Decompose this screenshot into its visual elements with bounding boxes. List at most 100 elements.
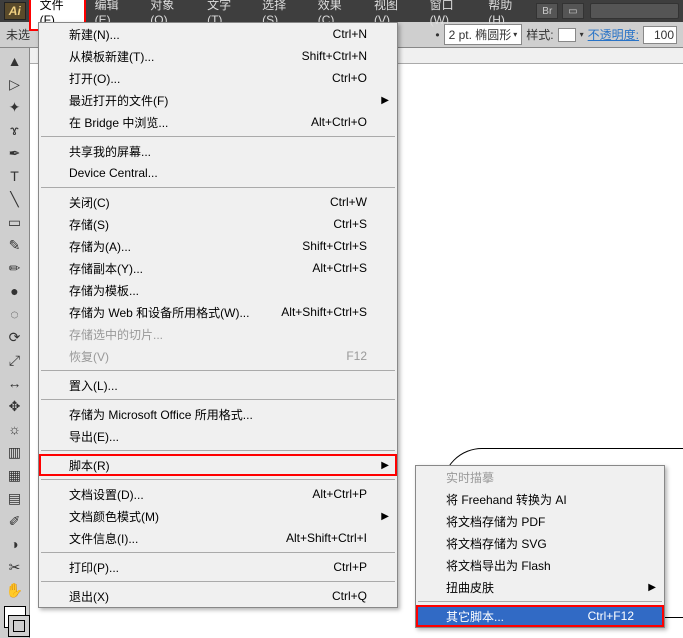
menu-item[interactable]: 从模板新建(T)...Shift+Ctrl+N <box>39 45 397 67</box>
submenu-arrow-icon: ▶ <box>648 582 656 593</box>
menu-item-label: 存储(S) <box>69 216 333 233</box>
stroke-swatch[interactable] <box>8 615 30 637</box>
menu-item[interactable]: 将文档存储为 PDF <box>416 510 664 532</box>
menu-separator <box>41 581 395 582</box>
menu-item[interactable]: 将 Freehand 转换为 AI <box>416 488 664 510</box>
menu-shortcut: Ctrl+P <box>333 560 367 574</box>
menu-item[interactable]: 退出(X)Ctrl+Q <box>39 585 397 607</box>
menu-item-label: 将文档存储为 SVG <box>446 535 634 552</box>
menu-item[interactable]: 共享我的屏幕... <box>39 140 397 162</box>
menu-item[interactable]: 文档设置(D)...Alt+Ctrl+P <box>39 483 397 505</box>
menu-shortcut: Alt+Ctrl+S <box>312 261 367 275</box>
opacity-label[interactable]: 不透明度: <box>588 26 639 43</box>
menu-item-label: 新建(N)... <box>69 26 333 43</box>
type-tool[interactable]: T <box>3 165 27 187</box>
menu-shortcut: Ctrl+N <box>333 27 367 41</box>
menu-item-label: 关闭(C) <box>69 194 330 211</box>
menu-item[interactable]: 新建(N)...Ctrl+N <box>39 23 397 45</box>
stroke-profile-dropdown[interactable]: 2 pt. 椭圆形▾ <box>444 24 523 45</box>
hand-tool[interactable]: ✋ <box>3 579 27 601</box>
symbol-tool[interactable]: ☼ <box>3 418 27 440</box>
menu-separator <box>41 450 395 451</box>
menu-item[interactable]: 扭曲皮肤▶ <box>416 576 664 598</box>
menu-item[interactable]: 将文档存储为 SVG <box>416 532 664 554</box>
menu-item-label: 脚本(R) <box>69 457 367 474</box>
gradient-tool[interactable]: ▤ <box>3 487 27 509</box>
menu-item-label: 文件信息(I)... <box>69 530 286 547</box>
eraser-tool[interactable]: ◌ <box>3 303 27 325</box>
magic-wand-tool[interactable]: ✦ <box>3 96 27 118</box>
menu-shortcut: Alt+Ctrl+O <box>311 115 367 129</box>
menu-shortcut: Ctrl+Q <box>332 589 367 603</box>
menu-item[interactable]: Device Central... <box>39 162 397 184</box>
menu-separator <box>41 370 395 371</box>
menu-item-label: 最近打开的文件(F) <box>69 92 367 109</box>
menu-separator <box>41 399 395 400</box>
opacity-value[interactable]: 100 <box>643 26 677 44</box>
script-submenu-dropdown: 实时描摹将 Freehand 转换为 AI将文档存储为 PDF将文档存储为 SV… <box>415 465 665 628</box>
graph-tool[interactable]: ▥ <box>3 441 27 463</box>
rect-tool[interactable]: ▭ <box>3 211 27 233</box>
direct-select-tool[interactable]: ▷ <box>3 73 27 95</box>
menu-item-label: 打开(O)... <box>69 70 332 87</box>
layout-icon[interactable]: ▭ <box>562 3 584 19</box>
menu-item[interactable]: 关闭(C)Ctrl+W <box>39 191 397 213</box>
menu-shortcut: Shift+Ctrl+N <box>302 49 367 63</box>
selection-tool[interactable]: ▲ <box>3 50 27 72</box>
brush-tool[interactable]: ✎ <box>3 234 27 256</box>
menu-item-label: 共享我的屏幕... <box>69 143 367 160</box>
menu-item[interactable]: 将文档导出为 Flash <box>416 554 664 576</box>
submenu-arrow-icon: ▶ <box>381 511 389 522</box>
eyedropper-tool[interactable]: ✐ <box>3 510 27 532</box>
menu-item[interactable]: 在 Bridge 中浏览...Alt+Ctrl+O <box>39 111 397 133</box>
toolbox: ▲ ▷ ✦ ɤ ✒ T ╲ ▭ ✎ ✏ ● ◌ ⟳ ⤢ ↔ ✥ ☼ ▥ ▦ ▤ … <box>0 48 30 638</box>
menu-item-label: 退出(X) <box>69 588 332 605</box>
mesh-tool[interactable]: ▦ <box>3 464 27 486</box>
menu-shortcut: Ctrl+S <box>333 217 367 231</box>
menu-item[interactable]: 存储(S)Ctrl+S <box>39 213 397 235</box>
pencil-tool[interactable]: ✏ <box>3 257 27 279</box>
menu-item[interactable]: 其它脚本...Ctrl+F12 <box>416 605 664 627</box>
menu-item-label: 置入(L)... <box>69 377 367 394</box>
menu-item[interactable]: 打开(O)...Ctrl+O <box>39 67 397 89</box>
menu-item: 恢复(V)F12 <box>39 345 397 367</box>
blend-tool[interactable]: ◑ <box>3 533 27 555</box>
menu-item[interactable]: 置入(L)... <box>39 374 397 396</box>
menu-item[interactable]: 存储为(A)...Shift+Ctrl+S <box>39 235 397 257</box>
pen-tool[interactable]: ✒ <box>3 142 27 164</box>
menu-item[interactable]: 导出(E)... <box>39 425 397 447</box>
search-input[interactable] <box>590 3 679 19</box>
menu-item-label: 将文档存储为 PDF <box>446 513 634 530</box>
menu-separator <box>41 136 395 137</box>
lasso-tool[interactable]: ɤ <box>3 119 27 141</box>
scale-tool[interactable]: ⤢ <box>3 349 27 371</box>
menu-shortcut: F12 <box>346 349 367 363</box>
menu-item[interactable]: 存储为 Microsoft Office 所用格式... <box>39 403 397 425</box>
menu-item[interactable]: 文档颜色模式(M)▶ <box>39 505 397 527</box>
rotate-tool[interactable]: ⟳ <box>3 326 27 348</box>
slice-tool[interactable]: ✂ <box>3 556 27 578</box>
menu-item-label: 从模板新建(T)... <box>69 48 302 65</box>
menu-shortcut: Ctrl+W <box>330 195 367 209</box>
menu-item[interactable]: 存储副本(Y)...Alt+Ctrl+S <box>39 257 397 279</box>
line-tool[interactable]: ╲ <box>3 188 27 210</box>
menu-item[interactable]: 最近打开的文件(F)▶ <box>39 89 397 111</box>
menu-item[interactable]: 存储为模板... <box>39 279 397 301</box>
doc-state-label: 未选 <box>6 26 30 43</box>
bridge-icon[interactable]: Br <box>536 3 558 19</box>
menu-item-label: 打印(P)... <box>69 559 333 576</box>
menu-shortcut: Ctrl+F12 <box>588 609 634 623</box>
menu-shortcut: Ctrl+O <box>332 71 367 85</box>
width-tool[interactable]: ↔ <box>3 372 27 394</box>
menu-item[interactable]: 文件信息(I)...Alt+Shift+Ctrl+I <box>39 527 397 549</box>
menu-item-label: 在 Bridge 中浏览... <box>69 114 311 131</box>
free-tool[interactable]: ✥ <box>3 395 27 417</box>
menu-item[interactable]: 打印(P)...Ctrl+P <box>39 556 397 578</box>
menu-separator <box>41 552 395 553</box>
blob-tool[interactable]: ● <box>3 280 27 302</box>
menu-item[interactable]: 脚本(R)▶ <box>39 454 397 476</box>
stroke-bullet-icon: • <box>435 28 439 42</box>
style-swatch[interactable] <box>558 28 576 42</box>
file-menu-dropdown: 新建(N)...Ctrl+N从模板新建(T)...Shift+Ctrl+N打开(… <box>38 22 398 608</box>
menu-item[interactable]: 存储为 Web 和设备所用格式(W)...Alt+Shift+Ctrl+S <box>39 301 397 323</box>
